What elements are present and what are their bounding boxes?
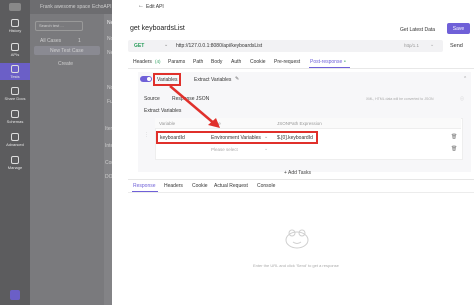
- response-tabs-divider: [128, 192, 474, 193]
- advanced-icon: [11, 133, 19, 141]
- tab-response[interactable]: Response: [133, 183, 156, 189]
- tab-resp-cookie[interactable]: Cookie: [192, 183, 208, 189]
- bg-count: 1: [78, 38, 81, 44]
- bg-search-placeholder: Search test ...: [39, 23, 64, 28]
- rail-history-label: History: [8, 28, 22, 33]
- rail-history[interactable]: History: [0, 19, 30, 33]
- history-icon: [11, 19, 19, 27]
- response-divider: [128, 179, 474, 180]
- rail-tests[interactable]: Tests: [0, 63, 30, 80]
- edit-api-dialog: ← Edit API get keyboardsList Get Latest …: [112, 0, 474, 305]
- bg-new-case: New Test Case: [50, 48, 84, 54]
- rail-share-docs[interactable]: Share Docs: [0, 87, 30, 101]
- tab-actual-request[interactable]: Actual Request: [214, 183, 248, 189]
- tests-icon: [11, 65, 19, 73]
- rail-apis-label: APIs: [10, 52, 20, 57]
- tab-console[interactable]: Console: [257, 183, 275, 189]
- rail-advanced[interactable]: Advanced: [0, 133, 30, 147]
- user-avatar[interactable]: [10, 290, 20, 300]
- app-logo: [9, 3, 21, 11]
- manage-icon: [11, 156, 19, 164]
- rail-manage[interactable]: Manage: [0, 156, 30, 170]
- rail-schemas-label: Schemas: [6, 119, 24, 124]
- rail-tests-label: Tests: [10, 74, 20, 79]
- background-test-panel: Search test ... All Cases 1 New Test Cas…: [30, 14, 105, 305]
- rail-share-docs-label: Share Docs: [4, 96, 26, 101]
- empty-state-icon: [285, 229, 309, 249]
- tab-resp-headers[interactable]: Headers: [164, 183, 183, 189]
- rail-manage-label: Manage: [7, 165, 23, 170]
- project-name: Frank awesome space: [40, 4, 91, 10]
- rail-schemas[interactable]: Schemas: [0, 110, 30, 124]
- bg-all-cases: All Cases: [40, 38, 62, 44]
- rail-apis[interactable]: APIs: [0, 43, 30, 57]
- bg-create: Create: [58, 61, 74, 67]
- annotation-arrow: [169, 85, 220, 128]
- apis-icon: [11, 43, 19, 51]
- bg-search-input: Search test ...: [35, 21, 83, 31]
- share-docs-icon: [11, 87, 19, 95]
- empty-state-hint: Enter the URL and click 'Send' to get a …: [253, 263, 339, 268]
- app-rail: History APIs Tests Share Docs Schemas Ad…: [0, 0, 30, 305]
- rail-advanced-label: Advanced: [6, 142, 24, 147]
- schemas-icon: [11, 110, 19, 118]
